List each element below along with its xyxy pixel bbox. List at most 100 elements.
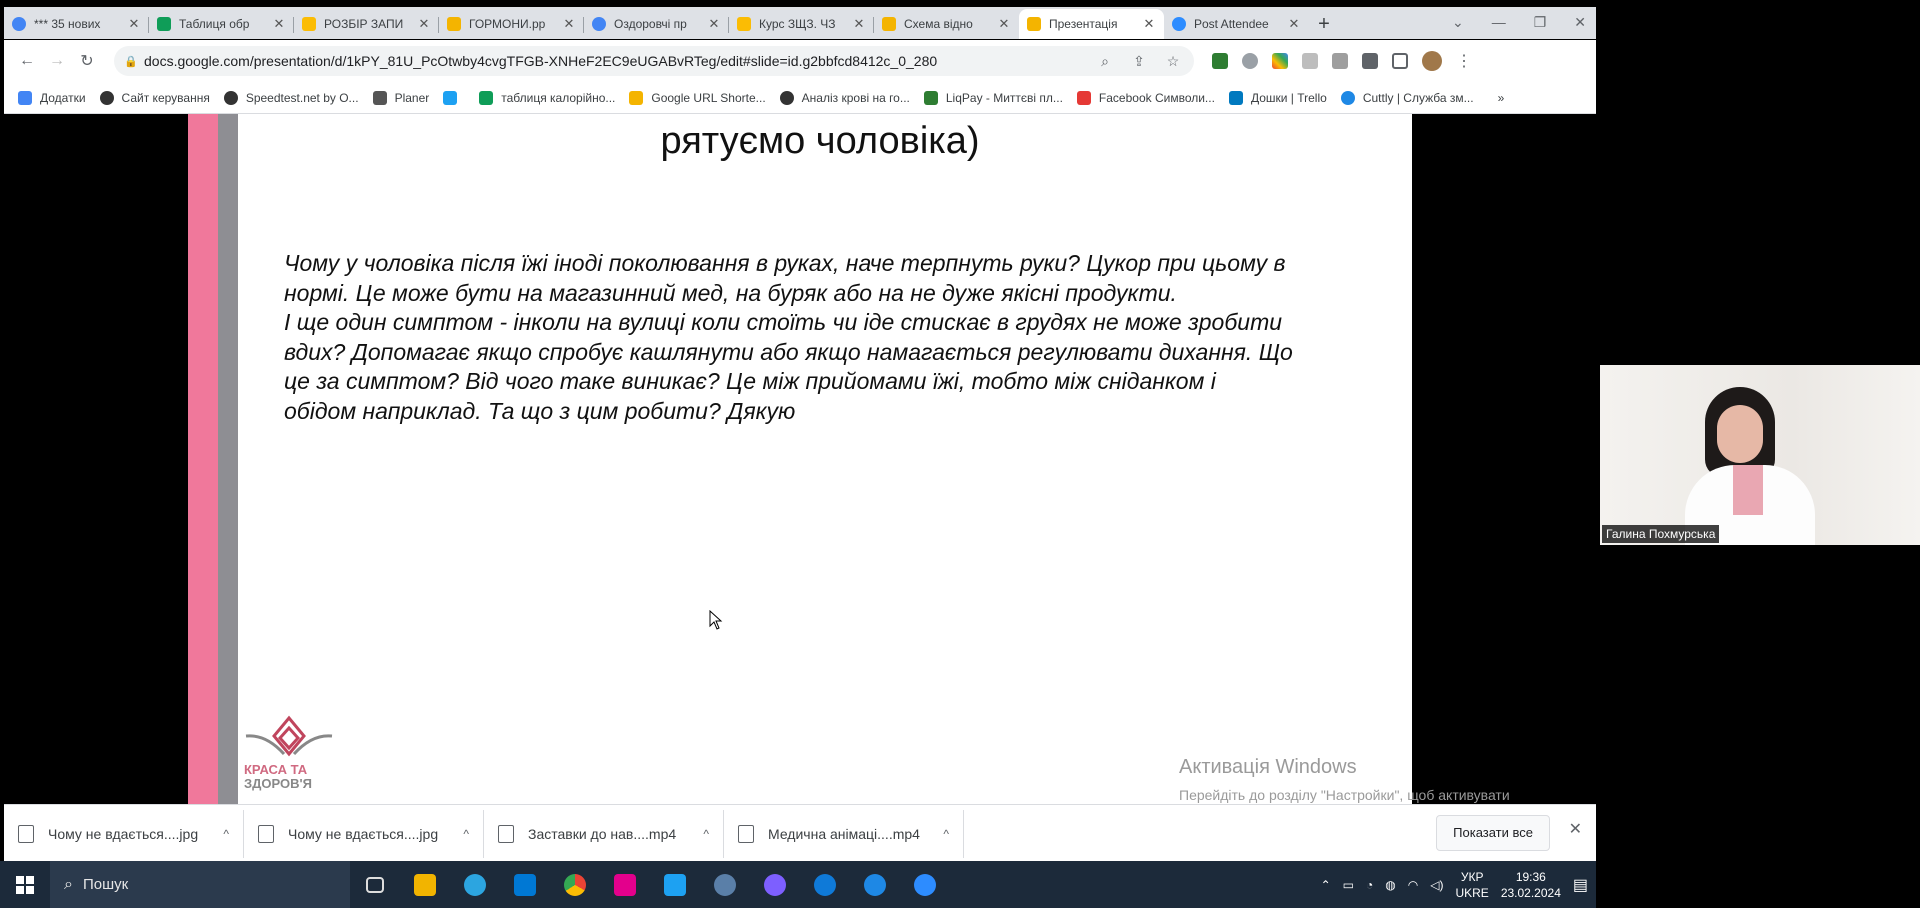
tab[interactable]: Курс ЗЩЗ. ЧЗ ✕ bbox=[729, 9, 874, 39]
chevron-up-icon[interactable]: ⌃ bbox=[1321, 878, 1331, 892]
tab-close-icon[interactable]: ✕ bbox=[562, 16, 576, 32]
clock[interactable]: 19:36 23.02.2024 bbox=[1501, 869, 1561, 901]
extension-icon[interactable] bbox=[1302, 53, 1318, 69]
bookmark-label: Google URL Shorte... bbox=[651, 90, 766, 105]
bookmark-item[interactable]: Speedtest.net by O... bbox=[223, 90, 359, 105]
extension-icon[interactable] bbox=[1272, 53, 1288, 69]
restore-icon[interactable]: ❐ bbox=[1534, 14, 1547, 31]
slide-title: рятуємо чоловіка) bbox=[660, 120, 980, 162]
tab-close-icon[interactable]: ✕ bbox=[1142, 16, 1156, 32]
viber-icon[interactable] bbox=[750, 861, 800, 908]
tab-close-icon[interactable]: ✕ bbox=[997, 16, 1011, 32]
mail-icon[interactable] bbox=[500, 861, 550, 908]
language-code: УКР bbox=[1460, 869, 1484, 884]
wifi-icon[interactable]: ◠ bbox=[1408, 878, 1418, 892]
edge-beta-icon[interactable] bbox=[850, 861, 900, 908]
tab-favicon-icon bbox=[737, 17, 751, 31]
share-icon[interactable]: ⇪ bbox=[1128, 53, 1150, 70]
app-icon[interactable] bbox=[700, 861, 750, 908]
menu-icon[interactable]: ⋮ bbox=[1456, 51, 1472, 71]
tab-search-icon[interactable]: ⌄ bbox=[1452, 14, 1464, 31]
tab-close-icon[interactable]: ✕ bbox=[1287, 16, 1301, 32]
tab-close-icon[interactable]: ✕ bbox=[127, 16, 141, 32]
tab[interactable]: Схема відно ✕ bbox=[874, 9, 1019, 39]
file-icon bbox=[18, 824, 34, 843]
language-indicator[interactable]: УКР UKRE bbox=[1455, 869, 1488, 901]
chevron-up-icon[interactable]: ^ bbox=[463, 827, 469, 841]
tab-label: РОЗБІР ЗАПИ bbox=[324, 17, 404, 31]
chevron-up-icon[interactable]: ^ bbox=[943, 827, 949, 841]
microphone-icon[interactable]: ◍ bbox=[1385, 878, 1395, 892]
chevron-up-icon[interactable]: ^ bbox=[703, 827, 709, 841]
close-downloads-icon[interactable]: ✕ bbox=[1569, 819, 1582, 839]
tab[interactable]: ГОРМОНИ.pp ✕ bbox=[439, 9, 584, 39]
task-view-icon[interactable] bbox=[350, 861, 400, 908]
download-item[interactable]: Чому не вдається....jpg ^ bbox=[244, 809, 484, 858]
tab-close-icon[interactable]: ✕ bbox=[272, 16, 286, 32]
back-arrow-icon[interactable]: ← bbox=[12, 52, 42, 70]
minimize-icon[interactable]: — bbox=[1492, 14, 1506, 30]
bookmark-label: Сайт керування bbox=[121, 90, 210, 105]
network-icon[interactable]: ◔ bbox=[1366, 878, 1373, 892]
bookmark-label: LiqPay - Миттєві пл... bbox=[945, 90, 1063, 105]
bookmark-item[interactable] bbox=[443, 90, 465, 105]
download-item[interactable]: Чому не вдається....jpg ^ bbox=[4, 809, 244, 858]
tab[interactable]: Оздоровчі пр ✕ bbox=[584, 9, 729, 39]
taskbar-search[interactable]: ⌕ Пошук bbox=[50, 861, 350, 908]
apps-grid-icon bbox=[18, 90, 32, 105]
telegram-icon bbox=[372, 90, 387, 105]
extension-icon[interactable] bbox=[1212, 53, 1228, 69]
zoom-icon[interactable] bbox=[900, 861, 950, 908]
tab-close-icon[interactable]: ✕ bbox=[707, 16, 721, 32]
tab[interactable]: Post Attendee ✕ bbox=[1164, 9, 1309, 39]
bookmarks-overflow-button[interactable]: » bbox=[1498, 91, 1505, 105]
download-item[interactable]: Заставки до нав....mp4 ^ bbox=[484, 809, 724, 858]
tab-close-icon[interactable]: ✕ bbox=[417, 16, 431, 32]
reload-icon[interactable]: ↻ bbox=[72, 51, 102, 71]
tab-label: Схема відно bbox=[904, 17, 973, 31]
tab-favicon-icon bbox=[592, 17, 606, 31]
bookmark-item[interactable]: Сайт керування bbox=[99, 90, 210, 105]
zoom-icon[interactable]: ⌕ bbox=[1094, 53, 1116, 70]
bookmark-item[interactable]: Аналіз крові на го... bbox=[779, 90, 910, 105]
search-icon: ⌕ bbox=[64, 875, 73, 893]
new-tab-button[interactable]: + bbox=[1309, 9, 1339, 39]
volume-icon[interactable]: ◁) bbox=[1430, 878, 1443, 892]
chevron-up-icon[interactable]: ^ bbox=[223, 827, 229, 841]
tab-active[interactable]: Презентація ✕ bbox=[1019, 9, 1164, 39]
extension-icon[interactable] bbox=[1242, 53, 1258, 69]
download-item[interactable]: Медична анімаці....mp4 ^ bbox=[724, 809, 964, 858]
forward-arrow-icon[interactable]: → bbox=[42, 52, 72, 70]
show-all-downloads-button[interactable]: Показати все bbox=[1436, 815, 1550, 851]
bookmark-item[interactable]: Google URL Shorte... bbox=[629, 90, 766, 105]
battery-icon[interactable]: ▭ bbox=[1343, 878, 1354, 892]
chrome-icon[interactable] bbox=[550, 861, 600, 908]
close-window-icon[interactable]: ✕ bbox=[1574, 14, 1586, 31]
avatar[interactable] bbox=[1422, 51, 1442, 71]
tab-close-icon[interactable]: ✕ bbox=[852, 16, 866, 32]
tab[interactable]: *** 35 нових ✕ bbox=[4, 9, 149, 39]
speedtest-icon bbox=[223, 90, 238, 105]
start-button[interactable] bbox=[0, 861, 50, 908]
bookmark-item[interactable]: таблиця калорійно... bbox=[479, 90, 615, 105]
telegram-icon[interactable] bbox=[450, 861, 500, 908]
side-panel-icon[interactable] bbox=[1392, 53, 1408, 69]
bookmark-item[interactable]: Planer bbox=[372, 90, 429, 105]
bookmark-item[interactable]: Cuttly | Служба зм... bbox=[1340, 90, 1474, 105]
bookmark-item[interactable]: Дошки | Trello bbox=[1228, 90, 1327, 105]
bookmark-star-icon[interactable]: ☆ bbox=[1162, 53, 1184, 70]
address-bar[interactable]: 🔒 docs.google.com/presentation/d/1kPY_81… bbox=[114, 46, 1194, 76]
puzzle-icon[interactable] bbox=[1362, 53, 1378, 69]
bookmark-item[interactable]: Facebook Символи... bbox=[1076, 90, 1215, 105]
extension-icon[interactable] bbox=[1332, 53, 1348, 69]
bookmark-item[interactable]: LiqPay - Миттєві пл... bbox=[923, 90, 1063, 105]
bird-app-icon[interactable] bbox=[650, 861, 700, 908]
bookmark-apps[interactable]: Додатки bbox=[18, 90, 86, 105]
store-icon[interactable] bbox=[600, 861, 650, 908]
tab[interactable]: Таблиця обр ✕ bbox=[149, 9, 294, 39]
file-explorer-icon[interactable] bbox=[400, 861, 450, 908]
notifications-icon[interactable]: ▤ bbox=[1573, 875, 1588, 895]
edge-icon[interactable] bbox=[800, 861, 850, 908]
tab[interactable]: РОЗБІР ЗАПИ ✕ bbox=[294, 9, 439, 39]
clock-time: 19:36 bbox=[1515, 869, 1546, 884]
